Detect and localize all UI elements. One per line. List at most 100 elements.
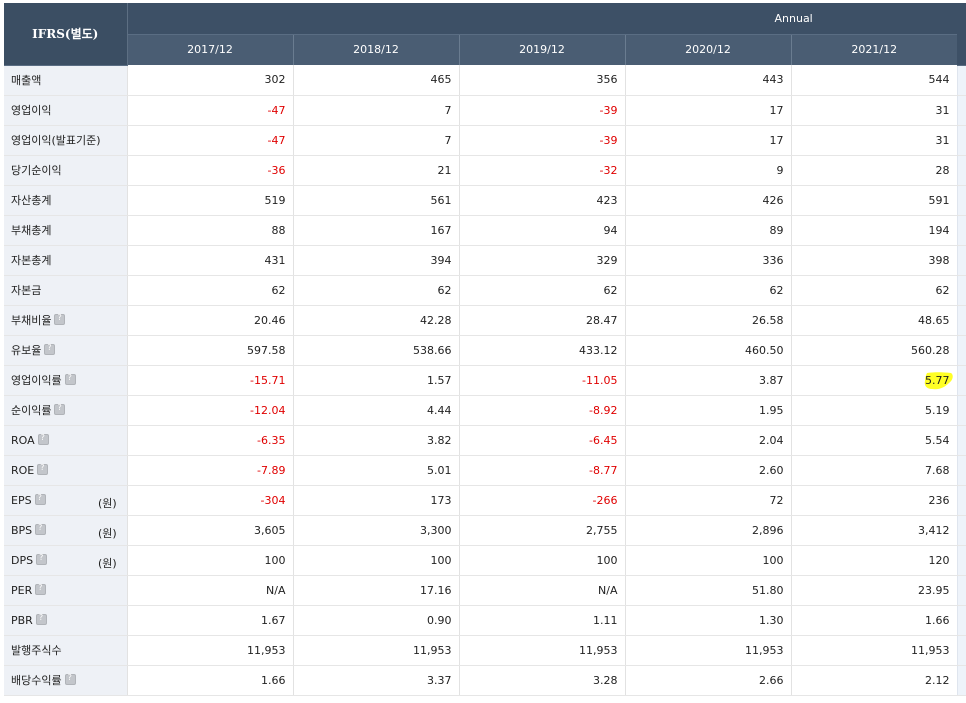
table-header: IFRS(별도) Annual 2017/12 2018/12 2019/12 202…	[4, 3, 966, 66]
table-row: BPS (원) 3,6053,3002,7552,8963,412	[4, 515, 966, 546]
scrollbar-track[interactable]	[956, 395, 966, 426]
table-row: PBR 1.670.901.111.301.66	[4, 605, 966, 636]
help-icon[interactable]	[35, 523, 47, 535]
value-cell: -6.35	[126, 425, 293, 456]
scrollbar-track[interactable]	[956, 65, 966, 96]
scrollbar-track[interactable]	[956, 665, 966, 696]
value-cell: 356	[458, 65, 625, 96]
value-cell: 394	[292, 245, 459, 276]
table-row: PERN/A17.16N/A51.8023.95	[4, 575, 966, 606]
scrollbar-track[interactable]	[956, 545, 966, 576]
scrollbar-track[interactable]	[956, 245, 966, 276]
help-icon[interactable]	[35, 583, 47, 595]
row-label: BPS	[11, 523, 33, 537]
help-icon[interactable]	[54, 403, 66, 415]
scrollbar-track[interactable]	[956, 485, 966, 516]
help-icon[interactable]	[35, 613, 47, 625]
scrollbar-track[interactable]	[956, 425, 966, 456]
value-cell: 11,953	[458, 635, 625, 666]
value-cell: 100	[126, 545, 293, 576]
scrollbar-track[interactable]	[956, 95, 966, 126]
value-cell: 7.68	[790, 455, 958, 486]
scrollbar-track[interactable]	[956, 215, 966, 246]
table-row: 자본금 62 62 62 62 62	[4, 275, 966, 306]
scrollbar-track[interactable]	[956, 335, 966, 366]
scrollbar-track[interactable]	[956, 305, 966, 336]
help-icon[interactable]	[44, 343, 56, 355]
table-row: 순이익률 -12.044.44-8.921.955.19	[4, 395, 966, 426]
row-label-cell: ROE	[4, 455, 127, 486]
row-label: PER	[11, 583, 33, 597]
scrollbar-track[interactable]	[956, 275, 966, 306]
scrollbar-track[interactable]	[956, 635, 966, 666]
row-label-cell: DPS (원)	[4, 545, 127, 576]
value-cell: 3,605	[126, 515, 293, 546]
row-label-cell: 순이익률	[4, 395, 127, 426]
help-icon[interactable]	[37, 433, 49, 445]
scrollbar-track[interactable]	[956, 605, 966, 636]
value-cell: N/A	[458, 575, 625, 606]
scrollbar-track[interactable]	[956, 515, 966, 546]
value-cell: 236	[790, 485, 958, 516]
row-label-cell: 영업이익률	[4, 365, 127, 396]
value-cell: 0.90	[292, 605, 459, 636]
table-row: 자본총계 431 394 329 336 398	[4, 245, 966, 276]
value-cell: 62	[292, 275, 459, 306]
value-cell: 591	[790, 185, 958, 216]
scrollbar-track[interactable]	[956, 185, 966, 216]
value-cell: 560.28	[790, 335, 958, 366]
scrollbar-track[interactable]	[956, 365, 966, 396]
value-cell: 1.66	[126, 665, 293, 696]
header-scroll-gutter	[957, 3, 966, 66]
value-cell: 3.87	[624, 365, 791, 396]
value-cell: 1.95	[624, 395, 791, 426]
accounting-standard-label: IFRS(별도)	[4, 3, 128, 66]
value-cell: -47	[126, 95, 293, 126]
value-cell: 4.44	[292, 395, 459, 426]
row-label: 당기순이익	[11, 164, 62, 177]
period-group-annual[interactable]: Annual	[127, 3, 958, 35]
table-row: DPS(원)100100100100120	[4, 545, 966, 576]
value-cell: 11,953	[292, 635, 459, 666]
row-label: 자본금	[11, 284, 42, 297]
value-cell: 519	[126, 185, 293, 216]
scrollbar-track[interactable]	[956, 575, 966, 606]
help-icon[interactable]	[36, 553, 48, 565]
scrollbar-track[interactable]	[956, 155, 966, 186]
value-cell: -266	[458, 485, 625, 516]
table-row: 영업이익 -47 7 -39 17 31	[4, 95, 966, 126]
value-cell: -39	[458, 95, 625, 126]
value-cell: -7.89	[126, 455, 293, 486]
row-label-cell: 자산총계	[4, 185, 127, 216]
help-icon[interactable]	[34, 493, 46, 505]
row-label: ROE	[11, 463, 35, 477]
value-cell: 11,953	[126, 635, 293, 666]
scrollbar-track[interactable]	[956, 455, 966, 486]
value-cell: -11.05	[458, 365, 625, 396]
value-cell: 72	[624, 485, 791, 516]
value-cell: -47	[126, 125, 293, 156]
value-cell: 17	[624, 95, 791, 126]
help-icon[interactable]	[64, 373, 76, 385]
table-row: ROE -7.895.01-8.772.607.68	[4, 455, 966, 486]
value-cell: 1.66	[790, 605, 958, 636]
value-cell: 426	[624, 185, 791, 216]
row-label-cell: 매출액	[4, 65, 127, 96]
value-cell: 21	[292, 155, 459, 186]
value-cell: 460.50	[624, 335, 791, 366]
period-header: 2019/12	[458, 34, 625, 65]
value-cell: 11,953	[790, 635, 958, 666]
value-cell: 2.04	[624, 425, 791, 456]
value-cell: 2,896	[624, 515, 791, 546]
value-cell: -15.71	[126, 365, 293, 396]
scrollbar-track[interactable]	[956, 125, 966, 156]
value-cell: 423	[458, 185, 625, 216]
value-cell: 2.12	[790, 665, 958, 696]
help-icon[interactable]	[64, 673, 76, 685]
table-row: 영업이익률 -15.711.57-11.053.87 5.77	[4, 365, 966, 396]
value-cell: 100	[458, 545, 625, 576]
help-icon[interactable]	[37, 463, 49, 475]
help-icon[interactable]	[54, 313, 66, 325]
value-cell: 23.95	[790, 575, 958, 606]
value-cell: 5.01	[292, 455, 459, 486]
